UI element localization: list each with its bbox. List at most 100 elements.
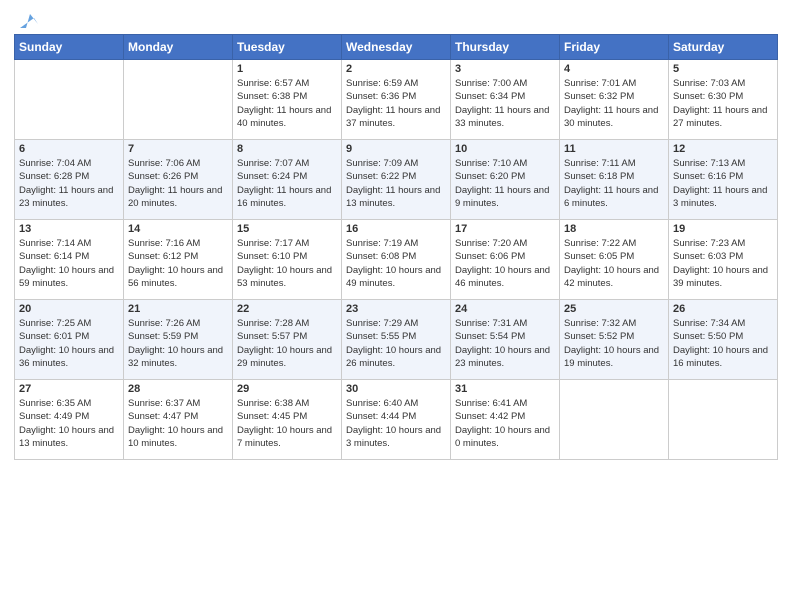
calendar-day-1: 1 Sunrise: 6:57 AM Sunset: 6:38 PM Daylig… <box>233 60 342 140</box>
day-number: 8 <box>237 143 337 155</box>
day-number: 20 <box>19 303 119 315</box>
calendar-day-19: 19 Sunrise: 7:23 AM Sunset: 6:03 PM Dayli… <box>669 220 778 300</box>
day-info: Sunrise: 6:35 AM Sunset: 4:49 PM Dayligh… <box>19 397 119 450</box>
day-number: 16 <box>346 223 446 235</box>
day-info: Sunrise: 7:31 AM Sunset: 5:54 PM Dayligh… <box>455 317 555 370</box>
day-number: 30 <box>346 383 446 395</box>
day-number: 1 <box>237 63 337 75</box>
calendar-day-31: 31Sunrise: 6:41 AM Sunset: 4:42 PM Dayli… <box>451 380 560 460</box>
calendar-empty-cell <box>560 380 669 460</box>
calendar-day-4: 4 Sunrise: 7:01 AM Sunset: 6:32 PM Daylig… <box>560 60 669 140</box>
day-info: Sunrise: 6:37 AM Sunset: 4:47 PM Dayligh… <box>128 397 228 450</box>
day-info: Sunrise: 7:23 AM Sunset: 6:03 PM Dayligh… <box>673 237 773 290</box>
day-info: Sunrise: 7:04 AM Sunset: 6:28 PM Dayligh… <box>19 157 119 210</box>
day-number: 10 <box>455 143 555 155</box>
day-number: 27 <box>19 383 119 395</box>
day-info: Sunrise: 6:40 AM Sunset: 4:44 PM Dayligh… <box>346 397 446 450</box>
calendar-day-15: 15 Sunrise: 7:17 AM Sunset: 6:10 PM Dayli… <box>233 220 342 300</box>
day-header-friday: Friday <box>560 35 669 60</box>
day-header-thursday: Thursday <box>451 35 560 60</box>
calendar-day-6: 6 Sunrise: 7:04 AM Sunset: 6:28 PM Daylig… <box>15 140 124 220</box>
day-info: Sunrise: 7:20 AM Sunset: 6:06 PM Dayligh… <box>455 237 555 290</box>
day-info: Sunrise: 7:10 AM Sunset: 6:20 PM Dayligh… <box>455 157 555 210</box>
calendar-day-29: 29Sunrise: 6:38 AM Sunset: 4:45 PM Dayli… <box>233 380 342 460</box>
day-number: 12 <box>673 143 773 155</box>
calendar-day-12: 12 Sunrise: 7:13 AM Sunset: 6:16 PM Dayli… <box>669 140 778 220</box>
calendar-week-row: 20 Sunrise: 7:25 AM Sunset: 6:01 PM Dayli… <box>15 300 778 380</box>
day-number: 2 <box>346 63 446 75</box>
calendar-day-5: 5 Sunrise: 7:03 AM Sunset: 6:30 PM Daylig… <box>669 60 778 140</box>
day-info: Sunrise: 7:34 AM Sunset: 5:50 PM Dayligh… <box>673 317 773 370</box>
calendar-day-2: 2 Sunrise: 6:59 AM Sunset: 6:36 PM Daylig… <box>342 60 451 140</box>
day-info: Sunrise: 6:59 AM Sunset: 6:36 PM Dayligh… <box>346 77 446 130</box>
day-info: Sunrise: 7:13 AM Sunset: 6:16 PM Dayligh… <box>673 157 773 210</box>
calendar-day-16: 16 Sunrise: 7:19 AM Sunset: 6:08 PM Dayli… <box>342 220 451 300</box>
day-number: 19 <box>673 223 773 235</box>
calendar-day-13: 13 Sunrise: 7:14 AM Sunset: 6:14 PM Dayli… <box>15 220 124 300</box>
day-info: Sunrise: 6:57 AM Sunset: 6:38 PM Dayligh… <box>237 77 337 130</box>
day-number: 6 <box>19 143 119 155</box>
day-info: Sunrise: 7:06 AM Sunset: 6:26 PM Dayligh… <box>128 157 228 210</box>
calendar-day-26: 26Sunrise: 7:34 AM Sunset: 5:50 PM Dayli… <box>669 300 778 380</box>
day-number: 17 <box>455 223 555 235</box>
day-info: Sunrise: 7:03 AM Sunset: 6:30 PM Dayligh… <box>673 77 773 130</box>
calendar-day-30: 30 Sunrise: 6:40 AM Sunset: 4:44 PM Dayli… <box>342 380 451 460</box>
day-number: 24 <box>455 303 555 315</box>
day-info: Sunrise: 7:26 AM Sunset: 5:59 PM Dayligh… <box>128 317 228 370</box>
header <box>14 10 778 28</box>
day-info: Sunrise: 7:19 AM Sunset: 6:08 PM Dayligh… <box>346 237 446 290</box>
day-number: 5 <box>673 63 773 75</box>
calendar-day-3: 3 Sunrise: 7:00 AM Sunset: 6:34 PM Daylig… <box>451 60 560 140</box>
day-number: 21 <box>128 303 228 315</box>
calendar-table: SundayMondayTuesdayWednesdayThursdayFrid… <box>14 34 778 460</box>
calendar-day-8: 8Sunrise: 7:07 AM Sunset: 6:24 PM Daylig… <box>233 140 342 220</box>
calendar-week-row: 6 Sunrise: 7:04 AM Sunset: 6:28 PM Daylig… <box>15 140 778 220</box>
day-header-sunday: Sunday <box>15 35 124 60</box>
day-info: Sunrise: 7:29 AM Sunset: 5:55 PM Dayligh… <box>346 317 446 370</box>
calendar-empty-cell <box>15 60 124 140</box>
calendar-day-22: 22 Sunrise: 7:28 AM Sunset: 5:57 PM Dayli… <box>233 300 342 380</box>
day-info: Sunrise: 6:41 AM Sunset: 4:42 PM Dayligh… <box>455 397 555 450</box>
calendar-day-17: 17 Sunrise: 7:20 AM Sunset: 6:06 PM Dayli… <box>451 220 560 300</box>
calendar-day-18: 18 Sunrise: 7:22 AM Sunset: 6:05 PM Dayli… <box>560 220 669 300</box>
day-number: 3 <box>455 63 555 75</box>
day-info: Sunrise: 7:14 AM Sunset: 6:14 PM Dayligh… <box>19 237 119 290</box>
day-info: Sunrise: 7:17 AM Sunset: 6:10 PM Dayligh… <box>237 237 337 290</box>
day-number: 23 <box>346 303 446 315</box>
day-header-saturday: Saturday <box>669 35 778 60</box>
calendar-day-24: 24 Sunrise: 7:31 AM Sunset: 5:54 PM Dayli… <box>451 300 560 380</box>
calendar-day-20: 20 Sunrise: 7:25 AM Sunset: 6:01 PM Dayli… <box>15 300 124 380</box>
day-info: Sunrise: 7:00 AM Sunset: 6:34 PM Dayligh… <box>455 77 555 130</box>
day-number: 14 <box>128 223 228 235</box>
calendar-week-row: 27 Sunrise: 6:35 AM Sunset: 4:49 PM Dayli… <box>15 380 778 460</box>
calendar-day-11: 11Sunrise: 7:11 AM Sunset: 6:18 PM Dayli… <box>560 140 669 220</box>
day-info: Sunrise: 7:28 AM Sunset: 5:57 PM Dayligh… <box>237 317 337 370</box>
day-number: 28 <box>128 383 228 395</box>
day-info: Sunrise: 7:22 AM Sunset: 6:05 PM Dayligh… <box>564 237 664 290</box>
day-info: Sunrise: 7:25 AM Sunset: 6:01 PM Dayligh… <box>19 317 119 370</box>
day-number: 13 <box>19 223 119 235</box>
day-info: Sunrise: 7:01 AM Sunset: 6:32 PM Dayligh… <box>564 77 664 130</box>
day-number: 7 <box>128 143 228 155</box>
day-info: Sunrise: 7:16 AM Sunset: 6:12 PM Dayligh… <box>128 237 228 290</box>
logo-icon <box>16 10 38 32</box>
day-number: 4 <box>564 63 664 75</box>
calendar-week-row: 1 Sunrise: 6:57 AM Sunset: 6:38 PM Daylig… <box>15 60 778 140</box>
day-header-monday: Monday <box>124 35 233 60</box>
main-container: SundayMondayTuesdayWednesdayThursdayFrid… <box>0 0 792 470</box>
calendar-header-row: SundayMondayTuesdayWednesdayThursdayFrid… <box>15 35 778 60</box>
day-number: 25 <box>564 303 664 315</box>
day-number: 9 <box>346 143 446 155</box>
calendar-day-28: 28 Sunrise: 6:37 AM Sunset: 4:47 PM Dayli… <box>124 380 233 460</box>
day-number: 29 <box>237 383 337 395</box>
day-header-tuesday: Tuesday <box>233 35 342 60</box>
day-number: 15 <box>237 223 337 235</box>
day-number: 22 <box>237 303 337 315</box>
day-number: 18 <box>564 223 664 235</box>
calendar-day-21: 21 Sunrise: 7:26 AM Sunset: 5:59 PM Dayli… <box>124 300 233 380</box>
day-info: Sunrise: 7:09 AM Sunset: 6:22 PM Dayligh… <box>346 157 446 210</box>
calendar-day-25: 25Sunrise: 7:32 AM Sunset: 5:52 PM Dayli… <box>560 300 669 380</box>
logo <box>14 10 38 28</box>
day-header-wednesday: Wednesday <box>342 35 451 60</box>
calendar-empty-cell <box>669 380 778 460</box>
